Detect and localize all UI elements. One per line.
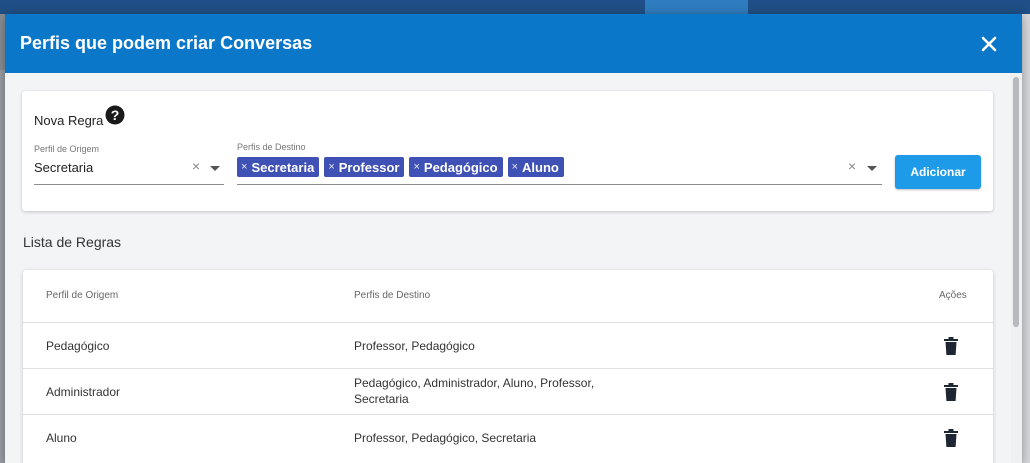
trash-icon[interactable]: [943, 429, 959, 447]
row-destino-line: Secretaria: [354, 392, 409, 406]
chevron-down-icon[interactable]: [210, 166, 220, 171]
chip-secretaria: × Secretaria: [237, 157, 320, 177]
svg-text:?: ?: [111, 107, 120, 123]
trash-icon[interactable]: [943, 337, 959, 355]
chip-remove-icon[interactable]: ×: [241, 161, 247, 173]
chip-pedagogico: × Pedagógico: [409, 157, 503, 177]
scrollbar-thumb[interactable]: [1013, 77, 1019, 327]
dialog-header: Perfis que podem criar Conversas: [5, 14, 1022, 73]
new-rule-card: Nova Regra ? Perfil de Origem Secretaria…: [22, 91, 993, 211]
chip-label: Aluno: [522, 159, 559, 175]
chip-remove-icon[interactable]: ×: [328, 161, 334, 173]
trash-icon[interactable]: [943, 383, 959, 401]
dialog-title: Perfis que podem criar Conversas: [20, 33, 313, 53]
origin-profile-value: Secretaria: [34, 160, 94, 175]
new-rule-title: Nova Regra: [34, 113, 104, 128]
background-app-bar: [0, 0, 1030, 14]
destination-profiles-select[interactable]: × Secretaria × Professor × Pedagógico × …: [237, 154, 882, 185]
chip-aluno: × Aluno: [507, 157, 564, 177]
table-row: Pedagógico Professor, Pedagógico: [23, 322, 993, 369]
background-right-edge: [1022, 14, 1030, 463]
row-destino-line: Pedagógico, Administrador, Aluno, Profes…: [354, 376, 595, 390]
chip-label: Pedagógico: [423, 159, 498, 175]
table-row: Aluno Professor, Pedagógico, Secretaria: [23, 414, 993, 461]
close-icon: [981, 36, 997, 52]
row-origem: Aluno: [46, 431, 77, 445]
table-row: Administrador Pedagógico, Administrador,…: [23, 368, 993, 415]
rules-table: Perfil de Origem Perfis de Destino Ações…: [23, 270, 993, 463]
column-header-origem: Perfil de Origem: [46, 290, 119, 301]
destination-profiles-label: Perfis de Destino: [237, 142, 306, 152]
destination-chips: × Secretaria × Professor × Pedagógico × …: [237, 157, 564, 177]
chip-remove-icon[interactable]: ×: [413, 161, 419, 173]
row-destino: Professor, Pedagógico, Secretaria: [354, 431, 537, 445]
chip-professor: × Professor: [324, 157, 405, 177]
chip-remove-icon[interactable]: ×: [512, 161, 518, 173]
dialog-scrollbar[interactable]: [1011, 73, 1022, 463]
chevron-down-icon[interactable]: [867, 166, 877, 171]
question-circle-icon[interactable]: ?: [105, 105, 125, 125]
origin-profile-select[interactable]: Secretaria ×: [34, 154, 224, 185]
rules-list-title: Lista de Regras: [23, 234, 122, 250]
chip-label: Secretaria: [251, 159, 315, 175]
destination-clear-icon[interactable]: ×: [848, 158, 856, 174]
row-destino: Professor, Pedagógico: [354, 339, 475, 353]
origin-profile-label: Perfil de Origem: [34, 144, 100, 154]
background-tab-highlight: [645, 0, 748, 14]
row-origem: Administrador: [46, 385, 121, 399]
row-origem: Pedagógico: [46, 339, 110, 353]
origin-clear-icon[interactable]: ×: [192, 158, 200, 174]
chip-label: Professor: [338, 159, 400, 175]
column-header-acoes: Ações: [939, 290, 967, 301]
rules-dialog: Perfis que podem criar Conversas Nova Re…: [5, 14, 1022, 463]
row-destino: Pedagógico, Administrador, Aluno, Profes…: [354, 375, 594, 407]
add-rule-button[interactable]: Adicionar: [895, 155, 981, 189]
column-header-destino: Perfis de Destino: [354, 290, 431, 301]
close-button[interactable]: [975, 30, 1003, 58]
